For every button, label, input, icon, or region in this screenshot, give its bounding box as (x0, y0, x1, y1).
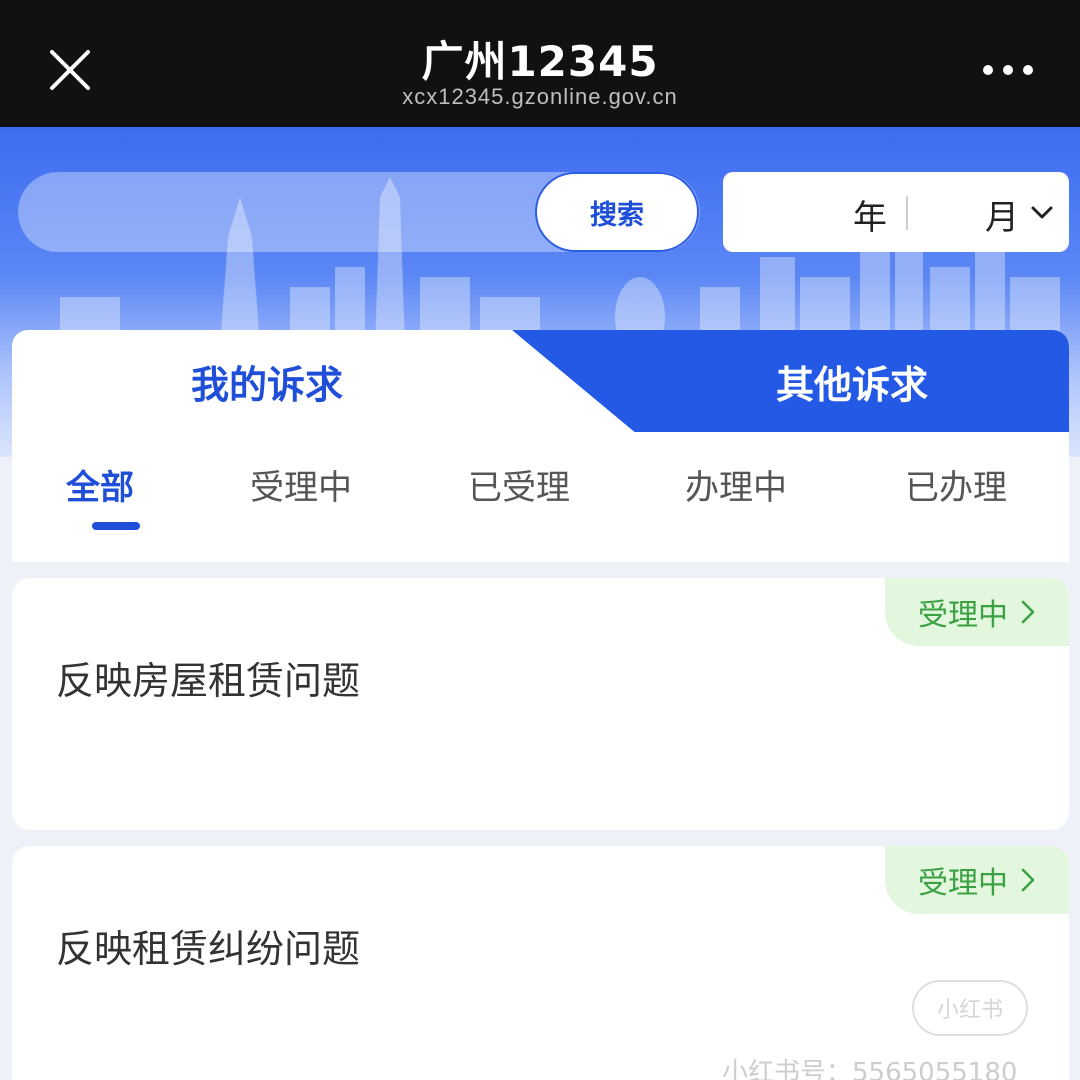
filter-accepted[interactable]: 已受理 (468, 460, 570, 509)
status-label: 受理中 (918, 866, 1008, 901)
tab-my-requests[interactable]: 我的诉求 (12, 330, 532, 432)
filter-all[interactable]: 全部 (66, 460, 134, 509)
page-url: xcx12345.gzonline.gov.cn (402, 84, 678, 109)
page-title: 广州12345 (421, 37, 659, 86)
watermark-logo: 小红书 (912, 980, 1028, 1036)
date-picker[interactable]: 年 月 (723, 172, 1069, 252)
complaint-card[interactable]: 受理中 反映租赁纠纷问题 (12, 846, 1069, 1080)
complaint-title: 反映房屋租赁问题 (56, 659, 361, 703)
filter-accepting[interactable]: 受理中 (250, 460, 352, 509)
chevron-right-icon (1021, 868, 1035, 892)
status-badge[interactable]: 受理中 (885, 846, 1069, 914)
watermark-id: 小红书号：5565055180 (722, 1058, 1018, 1080)
more-options-icon[interactable] (980, 50, 1036, 90)
chevron-right-icon (1021, 600, 1035, 624)
complaint-title: 反映租赁纠纷问题 (56, 927, 361, 971)
complaint-card[interactable]: 受理中 反映房屋租赁问题 (12, 578, 1069, 830)
filter-processed[interactable]: 已办理 (905, 460, 1007, 509)
tab-other-requests[interactable]: 其他诉求 (652, 330, 1052, 432)
year-select[interactable]: 年 (853, 190, 887, 239)
top-bar: 广州12345 xcx12345.gzonline.gov.cn (0, 0, 1080, 127)
filter-processing[interactable]: 办理中 (685, 460, 787, 509)
divider (906, 196, 908, 230)
search-button[interactable]: 搜索 (535, 172, 699, 252)
request-panel: 我的诉求 其他诉求 全部 受理中 已受理 办理中 已办理 (12, 330, 1069, 562)
month-select[interactable]: 月 (985, 190, 1019, 239)
status-badge[interactable]: 受理中 (885, 578, 1069, 646)
search-input[interactable] (58, 172, 528, 252)
active-filter-indicator (92, 522, 140, 530)
chevron-down-icon[interactable] (1029, 199, 1055, 225)
status-filter-bar: 全部 受理中 已受理 办理中 已办理 (12, 460, 1069, 530)
status-label: 受理中 (918, 598, 1008, 633)
